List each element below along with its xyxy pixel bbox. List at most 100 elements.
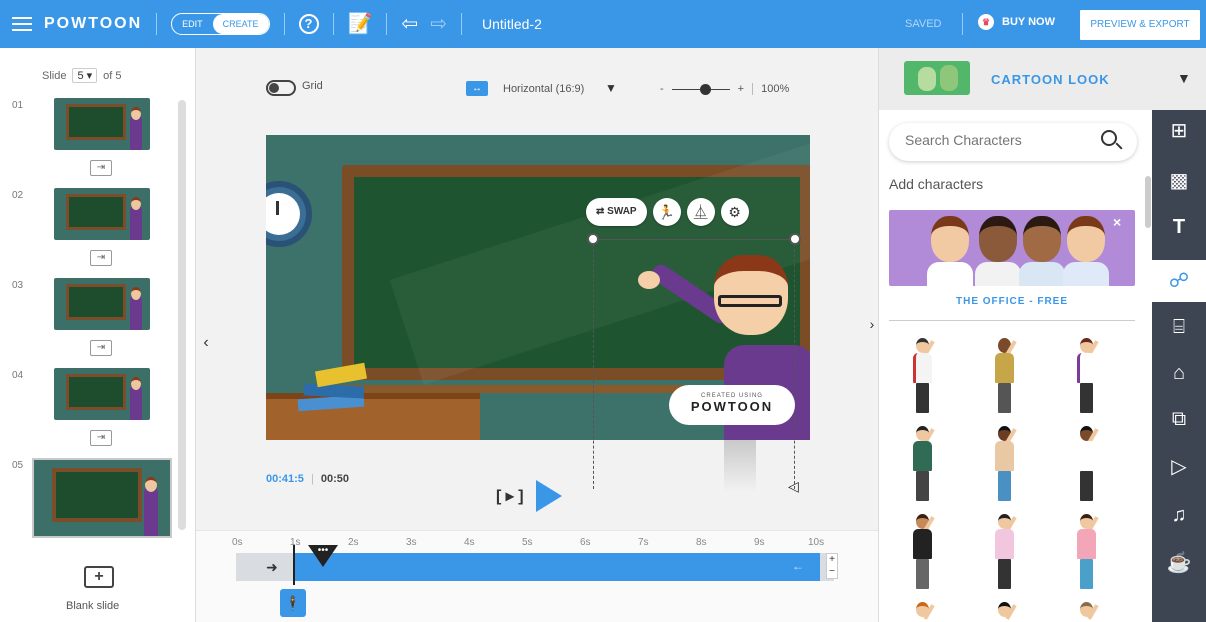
chevron-down-icon[interactable]: ▼ — [605, 81, 617, 95]
character-item[interactable] — [1071, 338, 1101, 416]
timeline-zoom-out[interactable]: − — [827, 566, 837, 578]
timeline-zoom[interactable]: + − — [826, 553, 838, 579]
tick-label: 10s — [808, 537, 825, 548]
slides-scrollbar[interactable] — [178, 100, 186, 530]
layout-icon[interactable]: ⊞ — [1152, 110, 1206, 152]
flip-icon[interactable]: ⏅ — [686, 198, 715, 226]
time-separator: | — [310, 473, 314, 485]
play-scene-button[interactable]: [ ▸ ] — [496, 486, 524, 506]
blank-slide-label[interactable]: Blank slide — [66, 600, 119, 612]
grid-toggle[interactable] — [266, 80, 296, 96]
tick-label: 9s — [754, 537, 765, 548]
pack-name: THE OFFICE - FREE — [956, 296, 1068, 307]
mode-toggle[interactable]: EDIT CREATE — [171, 13, 270, 35]
specials-icon[interactable]: ☕ — [1152, 542, 1206, 584]
chevron-down-icon[interactable]: ▼ — [1177, 70, 1191, 86]
character-pack-banner[interactable]: × — [889, 210, 1135, 286]
divider — [460, 13, 462, 35]
collapse-slides-icon[interactable]: ‹ — [198, 334, 214, 354]
transition-icon[interactable]: ⇥ — [90, 340, 112, 356]
zoom-slider-knob[interactable] — [699, 83, 711, 95]
zoom-in-button[interactable]: + — [738, 83, 744, 95]
swap-button[interactable]: ⇄ SWAP — [586, 198, 647, 226]
slide-thumbnail[interactable] — [54, 278, 150, 330]
character-item[interactable] — [907, 602, 937, 622]
powtoon-watermark[interactable]: CREATED USING POWTOON — [669, 385, 795, 425]
add-slide-button[interactable]: + — [84, 566, 114, 588]
divider — [889, 320, 1135, 321]
element-timing-bar[interactable] — [294, 553, 820, 581]
music-icon[interactable]: ♫ — [1152, 494, 1206, 536]
mode-edit-button[interactable]: EDIT — [172, 14, 213, 34]
zoom-slider[interactable] — [671, 83, 730, 95]
video-icon[interactable]: ▷ — [1152, 446, 1206, 488]
document-title[interactable]: Untitled-2 — [482, 16, 542, 32]
transition-icon[interactable]: ⇥ — [90, 430, 112, 446]
library-scrollbar[interactable] — [1145, 176, 1151, 228]
zoom-control: - + 100% — [660, 83, 789, 95]
slide-thumbnail[interactable] — [54, 188, 150, 240]
character-item[interactable] — [989, 338, 1019, 416]
tick-label: 1s — [290, 537, 301, 548]
character-item[interactable] — [1071, 602, 1101, 622]
props-icon[interactable]: ⌸ — [1152, 306, 1206, 348]
preview-export-button[interactable]: PREVIEW & EXPORT — [1080, 10, 1200, 40]
speaker-icon[interactable]: ◁ — [788, 478, 799, 495]
app-logo: POWTOON — [44, 15, 143, 32]
orientation-icon[interactable]: ↔ — [466, 81, 488, 96]
search-icon[interactable] — [1101, 130, 1117, 146]
tick-label: 6s — [580, 537, 591, 548]
undo-icon[interactable]: ⇦ — [401, 14, 418, 34]
tick-label: 8s — [696, 537, 707, 548]
style-selector[interactable]: CARTOON LOOK ▼ — [879, 48, 1206, 110]
character-item[interactable] — [989, 602, 1019, 622]
zoom-out-button[interactable]: - — [660, 83, 664, 95]
action-icon[interactable]: 🏃 — [652, 198, 681, 226]
playhead[interactable] — [293, 545, 295, 585]
search-input[interactable] — [905, 132, 1095, 148]
mode-create-button[interactable]: CREATE — [212, 14, 269, 34]
character-item[interactable] — [1071, 514, 1101, 592]
character-item[interactable] — [989, 514, 1019, 592]
character-item[interactable] — [989, 426, 1019, 504]
resize-handle[interactable] — [789, 233, 801, 245]
search-box[interactable] — [889, 123, 1137, 161]
character-chip[interactable]: 🕴 — [280, 589, 306, 617]
character-item[interactable] — [907, 426, 937, 504]
transition-icon[interactable]: ⇥ — [90, 250, 112, 266]
menu-icon[interactable] — [12, 17, 32, 31]
tick-label: 5s — [522, 537, 533, 548]
slide-number: 05 — [12, 460, 24, 471]
character-item[interactable] — [907, 514, 937, 592]
library-category-rail: ⊞ ▩ T ☍ ⌸ ⌂ ⧉ ▷ ♫ ☕ — [1152, 110, 1206, 622]
close-icon[interactable]: × — [1113, 214, 1121, 230]
play-icon[interactable] — [535, 480, 562, 512]
character-item[interactable] — [1071, 426, 1101, 504]
divider — [156, 13, 158, 35]
exit-arrow-icon[interactable]: ← — [792, 559, 804, 573]
media-icon[interactable]: ⧉ — [1152, 398, 1206, 440]
buy-now-button[interactable]: ♛ BUY NOW — [978, 14, 1055, 30]
settings-icon[interactable]: ⚙ — [720, 198, 749, 226]
shapes-icon[interactable]: ⌂ — [1152, 352, 1206, 394]
top-bar: POWTOON EDIT CREATE ? 📝 ⇦ ⇨ Untitled-2 S… — [0, 0, 1206, 48]
slide-thumbnail[interactable] — [54, 98, 150, 150]
resize-handle[interactable] — [587, 233, 599, 245]
orientation-label[interactable]: Horizontal (16:9) — [503, 83, 584, 95]
characters-icon[interactable]: ☍ — [1152, 260, 1206, 302]
help-icon[interactable]: ? — [298, 14, 319, 34]
selection-box[interactable] — [593, 239, 795, 489]
enter-arrow-icon[interactable]: ➜ — [266, 559, 278, 576]
redo-icon[interactable]: ⇨ — [430, 14, 447, 34]
slide-thumbnail-active[interactable] — [32, 458, 172, 538]
slide-number-select[interactable]: 5 ▾ — [72, 68, 98, 83]
notes-icon[interactable]: 📝 — [348, 14, 373, 34]
text-icon[interactable]: T — [1152, 206, 1206, 248]
divider — [283, 13, 285, 35]
transition-icon[interactable]: ⇥ — [90, 160, 112, 176]
slide-number: 03 — [12, 280, 24, 291]
character-item[interactable] — [907, 338, 937, 416]
slide-thumbnail[interactable] — [54, 368, 150, 420]
timeline-zoom-in[interactable]: + — [827, 554, 837, 566]
background-icon[interactable]: ▩ — [1152, 160, 1206, 202]
